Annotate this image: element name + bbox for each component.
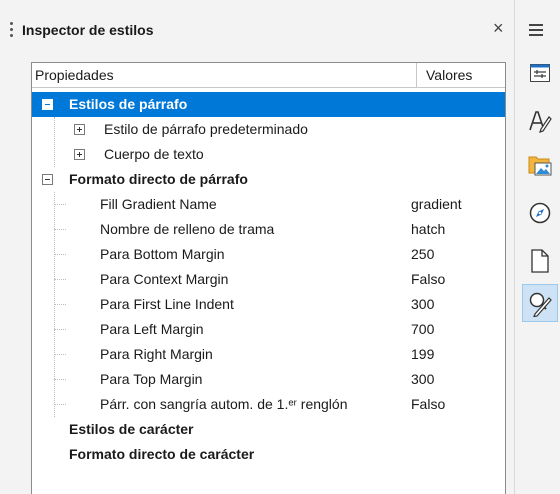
style-inspector-tab-button[interactable] xyxy=(522,284,558,322)
tree-row[interactable]: Para Top Margin 300 xyxy=(32,367,505,392)
style-inspector-panel: Inspector de estilos × Propiedades Valor… xyxy=(0,0,514,494)
navigator-tab-button[interactable] xyxy=(525,198,555,228)
expand-icon[interactable] xyxy=(74,124,85,135)
tree-header: Propiedades Valores xyxy=(32,63,505,88)
properties-tree[interactable]: Propiedades Valores Estilos de párrafo Es… xyxy=(31,62,506,494)
sidebar-menu-icon[interactable] xyxy=(529,24,543,39)
tree-connector xyxy=(54,329,66,330)
row-value: Falso xyxy=(411,271,446,287)
tree-row[interactable]: Formato directo de párrafo xyxy=(32,167,505,192)
tree-row[interactable]: Para Context Margin Falso xyxy=(32,267,505,292)
tree-connector xyxy=(54,117,55,167)
tree-row[interactable]: Para Bottom Margin 250 xyxy=(32,242,505,267)
collapse-icon[interactable] xyxy=(42,174,53,185)
tree-connector xyxy=(54,192,55,417)
row-value: 199 xyxy=(411,346,435,362)
tree-row[interactable]: Estilo de párrafo predeterminado xyxy=(32,117,505,142)
row-label: Para Context Margin xyxy=(100,271,229,287)
tree-row[interactable]: Estilos de párrafo xyxy=(32,92,505,117)
tree-row[interactable]: Cuerpo de texto xyxy=(32,142,505,167)
column-header-properties[interactable]: Propiedades xyxy=(35,63,114,88)
row-value: 700 xyxy=(411,321,435,337)
row-label: Fill Gradient Name xyxy=(100,196,217,212)
row-value: Falso xyxy=(411,396,446,412)
tree-connector xyxy=(54,229,66,230)
tree-row[interactable]: Para First Line Indent 300 xyxy=(32,292,505,317)
row-label: Estilos de carácter xyxy=(69,421,194,437)
row-value: 300 xyxy=(411,371,435,387)
tree-row[interactable]: Fill Gradient Name gradient xyxy=(32,192,505,217)
tree-connector xyxy=(54,204,66,205)
gallery-icon xyxy=(528,156,552,176)
row-label: Estilos de párrafo xyxy=(69,96,188,112)
tree-connector xyxy=(54,379,66,380)
tree-row[interactable]: Para Left Margin 700 xyxy=(32,317,505,342)
panel-titlebar: Inspector de estilos × xyxy=(0,0,514,40)
drag-handle-icon[interactable] xyxy=(10,22,13,37)
styles-icon xyxy=(529,111,552,133)
row-label: Formato directo de párrafo xyxy=(69,171,248,187)
page-tab-button[interactable] xyxy=(525,246,555,276)
tree-row[interactable]: Estilos de carácter xyxy=(32,417,505,442)
row-value: gradient xyxy=(411,196,462,212)
row-label: Párr. con sangría autom. de 1.ᵉʳ renglón xyxy=(100,396,348,412)
row-label: Para Left Margin xyxy=(100,321,204,337)
styles-tab-button[interactable] xyxy=(525,106,555,136)
tree-connector xyxy=(54,279,66,280)
row-label: Estilo de párrafo predeterminado xyxy=(104,121,308,137)
tree-connector xyxy=(54,254,66,255)
row-label: Para Bottom Margin xyxy=(100,246,225,262)
properties-tab-button[interactable] xyxy=(525,58,555,88)
tree-row[interactable]: Formato directo de carácter xyxy=(32,442,505,467)
row-label: Para Right Margin xyxy=(100,346,213,362)
tree-row[interactable]: Para Right Margin 199 xyxy=(32,342,505,367)
gallery-tab-button[interactable] xyxy=(525,150,555,180)
tree-connector xyxy=(54,404,66,405)
row-label: Para First Line Indent xyxy=(100,296,234,312)
style-inspector-icon xyxy=(529,292,552,317)
tree-row[interactable]: Nombre de relleno de trama hatch xyxy=(32,217,505,242)
row-label: Nombre de relleno de trama xyxy=(100,221,275,237)
row-label: Formato directo de carácter xyxy=(69,446,255,462)
close-icon[interactable]: × xyxy=(493,18,504,38)
tree-connector xyxy=(54,304,66,305)
row-label: Para Top Margin xyxy=(100,371,203,387)
page-icon xyxy=(531,249,549,273)
row-value: hatch xyxy=(411,221,446,237)
collapse-icon[interactable] xyxy=(42,99,53,110)
sidebar-tabbar xyxy=(514,0,560,494)
row-label: Cuerpo de texto xyxy=(104,146,204,162)
expand-icon[interactable] xyxy=(74,149,85,160)
navigator-icon xyxy=(529,202,551,224)
row-value: 300 xyxy=(411,296,435,312)
panel-title: Inspector de estilos xyxy=(22,22,154,38)
tree-connector xyxy=(54,354,66,355)
properties-icon xyxy=(530,64,550,82)
tree-row[interactable]: Párr. con sangría autom. de 1.ᵉʳ renglón… xyxy=(32,392,505,417)
row-value: 250 xyxy=(411,246,435,262)
column-header-values[interactable]: Valores xyxy=(416,63,505,88)
